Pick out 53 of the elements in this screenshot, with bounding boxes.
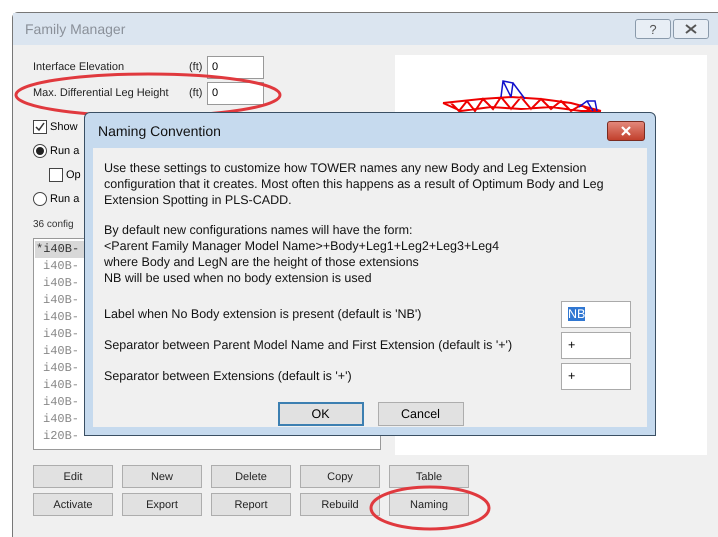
input-field[interactable]: 0 [207, 56, 264, 78]
field-label: Interface Elevation [33, 61, 126, 73]
radio-button[interactable] [33, 192, 47, 206]
list-item[interactable]: i40B- [35, 258, 80, 275]
input-field[interactable]: 0 [207, 82, 264, 104]
config-count: 36 config [33, 219, 74, 230]
setting-label: Label when No Body extension is present (default is 'NB') [104, 307, 422, 321]
close-button[interactable] [607, 120, 645, 140]
list-item[interactable]: i40B- [35, 394, 80, 411]
option-label: Op [66, 169, 81, 181]
list-item[interactable]: i40B- [35, 292, 80, 309]
setting-label: Separator between Extensions (default is '+') [104, 369, 352, 383]
action-button[interactable]: Delete [211, 465, 291, 488]
dialog-title: Naming Convention [98, 122, 221, 138]
checkbox[interactable] [33, 120, 47, 134]
action-button[interactable]: Copy [300, 465, 380, 488]
list-item[interactable]: i40B- [35, 411, 80, 428]
dialog-button[interactable]: Cancel [378, 402, 464, 426]
checkbox[interactable] [49, 168, 63, 182]
description-text: Use these settings to customize how TOWER names any new Body and Leg Extension configuration that it creates. Most often this happens as a result of Optimum Body and Leg Extension Spotting in PLS-CADD. [104, 160, 605, 208]
option-label: Run a [50, 145, 80, 157]
list-item[interactable]: i40B- [35, 343, 80, 360]
action-button[interactable]: Naming [389, 493, 469, 516]
action-button[interactable]: New [122, 465, 202, 488]
field-label: Max. Differential Leg Height [33, 87, 170, 99]
close-icon [620, 126, 632, 136]
unit-label: (ft) [189, 61, 204, 73]
action-button[interactable]: Rebuild [300, 493, 380, 516]
option-label: Run a [50, 193, 80, 205]
radio-button[interactable] [33, 144, 47, 158]
dialog-button[interactable]: OK [278, 402, 364, 426]
list-item[interactable]: i40B- [35, 360, 80, 377]
list-item[interactable]: i40B- [35, 377, 80, 394]
list-item[interactable]: i40B- [35, 275, 80, 292]
action-button[interactable]: Report [211, 493, 291, 516]
input-field[interactable]: NB [561, 300, 631, 328]
option-label: Show [50, 121, 78, 133]
close-button[interactable] [673, 19, 709, 39]
unit-label: (ft) [189, 87, 204, 99]
help-button[interactable]: ? [635, 19, 671, 39]
input-field[interactable]: + [561, 332, 631, 358]
description-text: By default new configurations names will have the form: <Parent Family Manager Model Name>+Body+Leg1+Leg2+Leg3+Leg4 where Body and LegN are the height of those extensions NB will be used when no body extension is used [104, 222, 500, 286]
list-item[interactable]: i20B- [35, 428, 80, 445]
action-button[interactable]: Activate [33, 493, 113, 516]
window-title: Family Manager [25, 21, 126, 37]
action-button[interactable]: Export [122, 493, 202, 516]
setting-label: Separator between Parent Model Name and First Extension (default is '+') [104, 338, 512, 352]
list-item[interactable]: i40B- [35, 326, 80, 343]
action-button[interactable]: Table [389, 465, 469, 488]
close-icon [684, 24, 698, 34]
action-button[interactable]: Edit [33, 465, 113, 488]
list-item[interactable]: i40B- [35, 309, 80, 326]
input-field[interactable]: + [561, 362, 631, 390]
